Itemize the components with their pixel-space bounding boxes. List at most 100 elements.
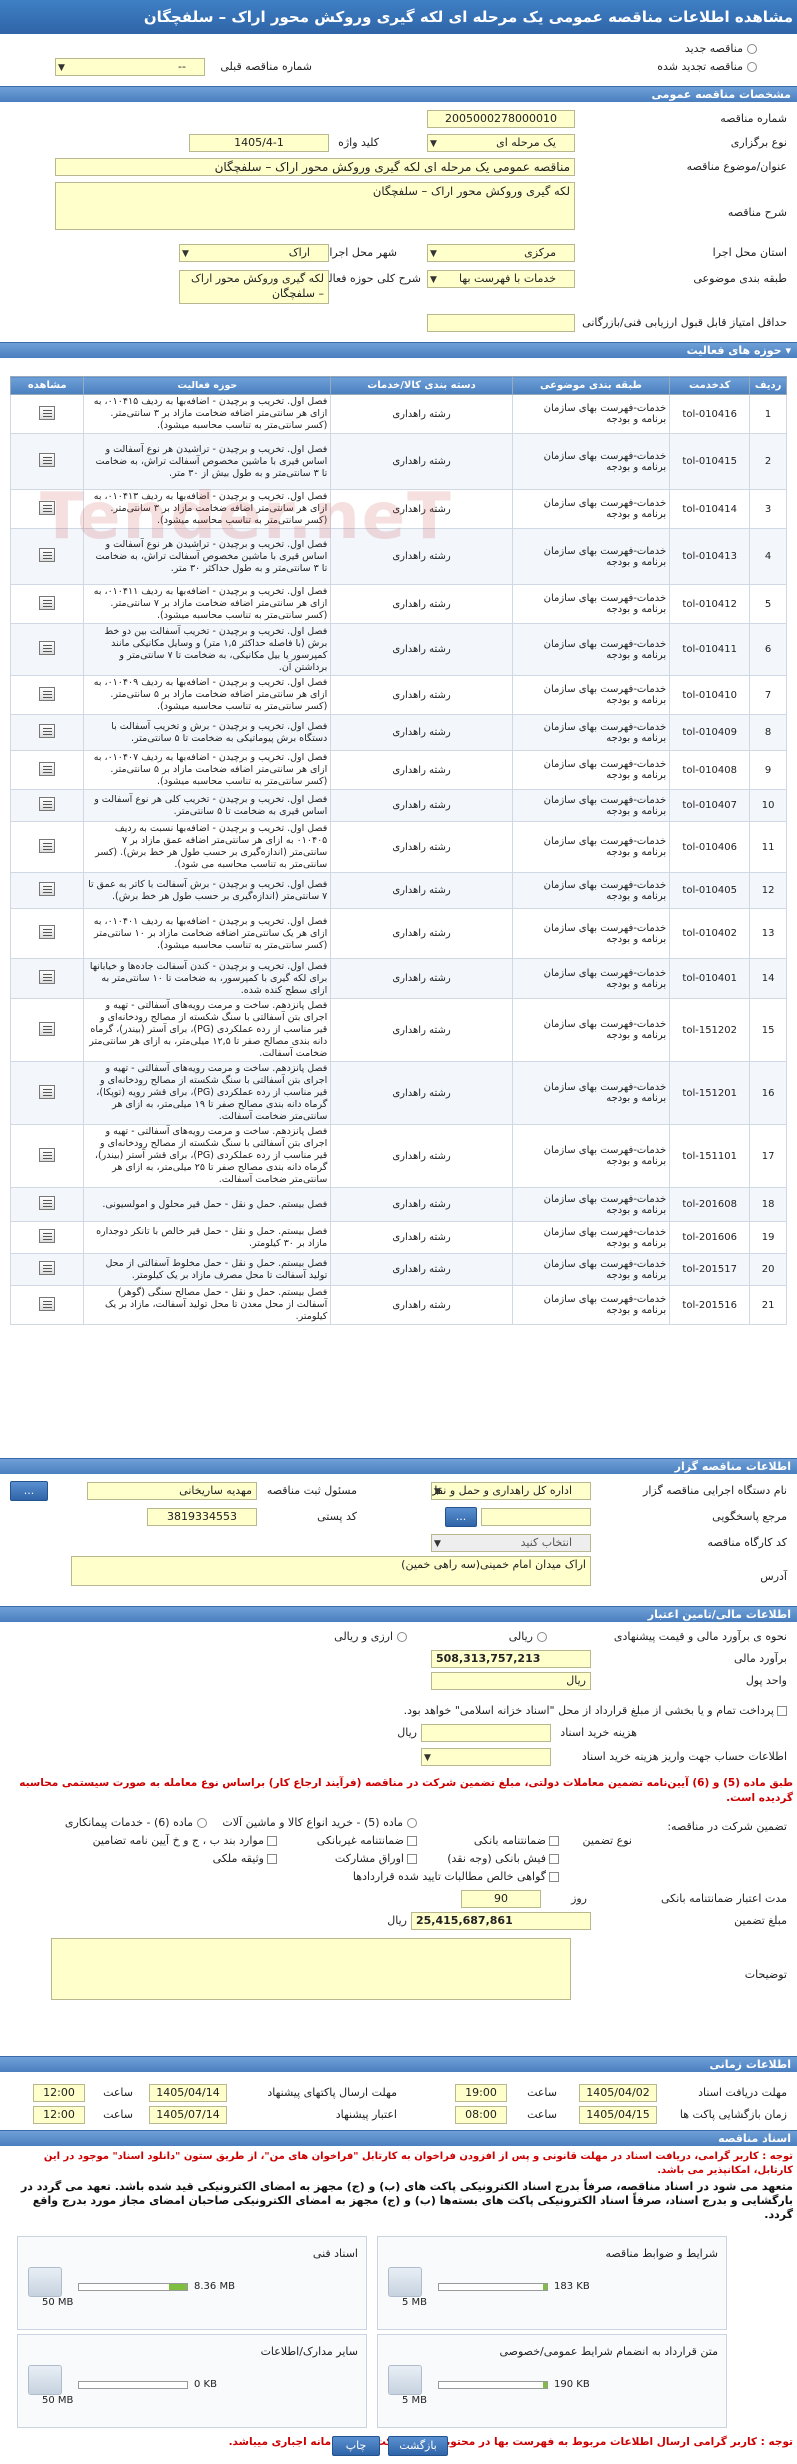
organizer-block: اطلاعات مناقصه گزار نام دستگاه اجرایی من… [0,1458,797,1586]
method-rial-option[interactable]: ریالی [509,1630,547,1643]
radio-circle[interactable] [397,1632,407,1642]
radio-renewed-tender[interactable]: مناقصه تجدید شده [657,60,757,73]
row-view[interactable] [9,1253,85,1286]
view-document-icon[interactable] [39,641,56,655]
row-view[interactable] [9,789,85,822]
view-document-icon[interactable] [39,1261,56,1275]
view-document-icon[interactable] [39,595,56,610]
agency-select[interactable]: اداره کل راهداری و حمل و نقل ▼ [431,1482,591,1500]
receive-docs-label: مهلت دریافت اسناد [698,2086,787,2099]
province-select[interactable]: مرکزی ▼ [427,244,575,262]
view-document-icon[interactable] [39,1147,56,1162]
doc-upload-2[interactable]: متن قرارداد به انضمام شرایط عمومی/خصوصی … [377,2334,727,2428]
radio-circle[interactable] [747,62,757,72]
row-activity: فصل اول. تخریب و برچیدن - برش آسفالت با … [83,872,332,909]
view-document-icon[interactable] [39,548,56,562]
category-select[interactable]: خدمات با فهرست بها ▼ [427,270,575,288]
prev-tender-select[interactable]: -- ▼ [55,58,205,76]
view-document-icon[interactable] [39,1229,56,1243]
holding-type-select[interactable]: یک مرحله ای ▼ [427,134,575,152]
view-document-icon[interactable] [39,405,56,420]
checkbox[interactable] [267,1836,277,1846]
kind-2[interactable]: موارد بند ب ، ج و خ آیین نامه تضامین [93,1834,277,1847]
finance-block: اطلاعات مالی/تامین اعتبار نحوه ی برآورد … [0,1606,797,1766]
city-select[interactable]: اراک ▼ [179,244,329,262]
row-view[interactable] [9,908,85,959]
kind-5[interactable]: وثیقه ملکی [213,1852,277,1865]
row-view[interactable] [9,1061,85,1125]
view-document-icon[interactable] [39,500,56,515]
view-document-icon[interactable] [39,970,56,984]
radio-new-tender[interactable]: مناقصه جدید [685,42,757,55]
view-document-icon[interactable] [39,761,56,776]
doc-upload-3[interactable]: سایر مدارک/اطلاعات 0 KB 50 MB [17,2334,367,2428]
view-document-icon[interactable] [39,686,56,701]
row-class: رشته راهداری [330,623,513,676]
view-document-icon[interactable] [39,1021,56,1036]
reference-field [481,1508,591,1526]
row-activity: فصل اول. تخریب و برچیدن - تراشیدن هر نوع… [83,433,332,490]
row-view[interactable] [9,1285,85,1325]
row-view[interactable] [9,821,85,873]
row-view[interactable] [9,872,85,909]
view-document-icon[interactable] [39,724,56,738]
row-view[interactable] [9,584,85,624]
checkbox[interactable] [549,1854,559,1864]
kind-3[interactable]: فیش بانکی (وجه نقد) [447,1852,559,1865]
view-document-icon[interactable] [39,797,56,811]
row-view[interactable] [9,433,85,490]
doc-title: اسناد فنی [312,2247,358,2260]
treasury-option[interactable]: پرداخت تمام و یا بخشی از مبلغ قرارداد از… [404,1704,787,1717]
guarantee-opt-b[interactable]: ماده (6) - خدمات پیمانکاری [65,1816,207,1829]
doc-upload-0[interactable]: شرایط و ضوابط مناقصه 183 KB 5 MB [377,2236,727,2330]
row-view[interactable] [9,1124,85,1188]
checkbox[interactable] [267,1854,277,1864]
row-view[interactable] [9,998,85,1062]
radio-circle[interactable] [197,1818,207,1828]
row-view[interactable] [9,489,85,529]
row-view[interactable] [9,750,85,790]
radio-circle[interactable] [407,1818,417,1828]
notes-field [51,1938,571,2000]
kind-4[interactable]: اوراق مشارکت [335,1852,417,1865]
row-view[interactable] [9,394,85,434]
official-lookup-button[interactable]: ... [10,1481,48,1501]
row-view[interactable] [9,1187,85,1222]
checkbox[interactable] [549,1872,559,1882]
view-document-icon[interactable] [39,453,56,467]
radio-circle[interactable] [537,1632,547,1642]
view-document-icon[interactable] [39,1084,56,1099]
checkbox[interactable] [407,1836,417,1846]
view-document-icon[interactable] [39,838,56,853]
description-field: لکه گیری وروکش محور اراک – سلفچگان [55,182,575,230]
radio-circle[interactable] [747,44,757,54]
view-document-icon[interactable] [39,1196,56,1210]
doc-upload-1[interactable]: اسناد فنی 8.36 MB 50 MB [17,2236,367,2330]
row-index: 21 [749,1285,787,1325]
reference-lookup-button[interactable]: ... [445,1507,477,1527]
view-document-icon[interactable] [39,882,56,896]
guarantee-opt-a[interactable]: ماده (5) - خرید انواع کالا و ماشین آلات [222,1816,417,1829]
view-document-icon[interactable] [39,925,56,939]
view-document-icon[interactable] [39,1296,56,1311]
row-view[interactable] [9,528,85,585]
row-view[interactable] [9,714,85,751]
row-view[interactable] [9,675,85,715]
account-select[interactable]: ▼ [421,1748,551,1766]
row-view[interactable] [9,1221,85,1254]
row-view[interactable] [9,958,85,999]
print-button[interactable]: چاپ [332,2436,380,2456]
workshop-select[interactable]: انتخاب کنید ▼ [431,1534,591,1552]
checkbox[interactable] [777,1706,787,1716]
checkbox[interactable] [407,1854,417,1864]
method-fx-option[interactable]: ارزی و ریالی [334,1630,407,1643]
row-index: 14 [749,958,787,999]
kind-0[interactable]: ضمانتنامه بانکی [474,1834,559,1847]
section-activities: ▾ حوزه های فعالیت [0,342,797,358]
back-button[interactable]: بازگشت [388,2436,448,2456]
kind-1[interactable]: ضمانتنامه غیربانکی [317,1834,417,1847]
collapse-icon[interactable]: ▾ [785,344,791,357]
kind-6[interactable]: گواهی خالص مطالبات تایید شده قراردادها [353,1870,559,1883]
row-view[interactable] [9,623,85,676]
checkbox[interactable] [549,1836,559,1846]
